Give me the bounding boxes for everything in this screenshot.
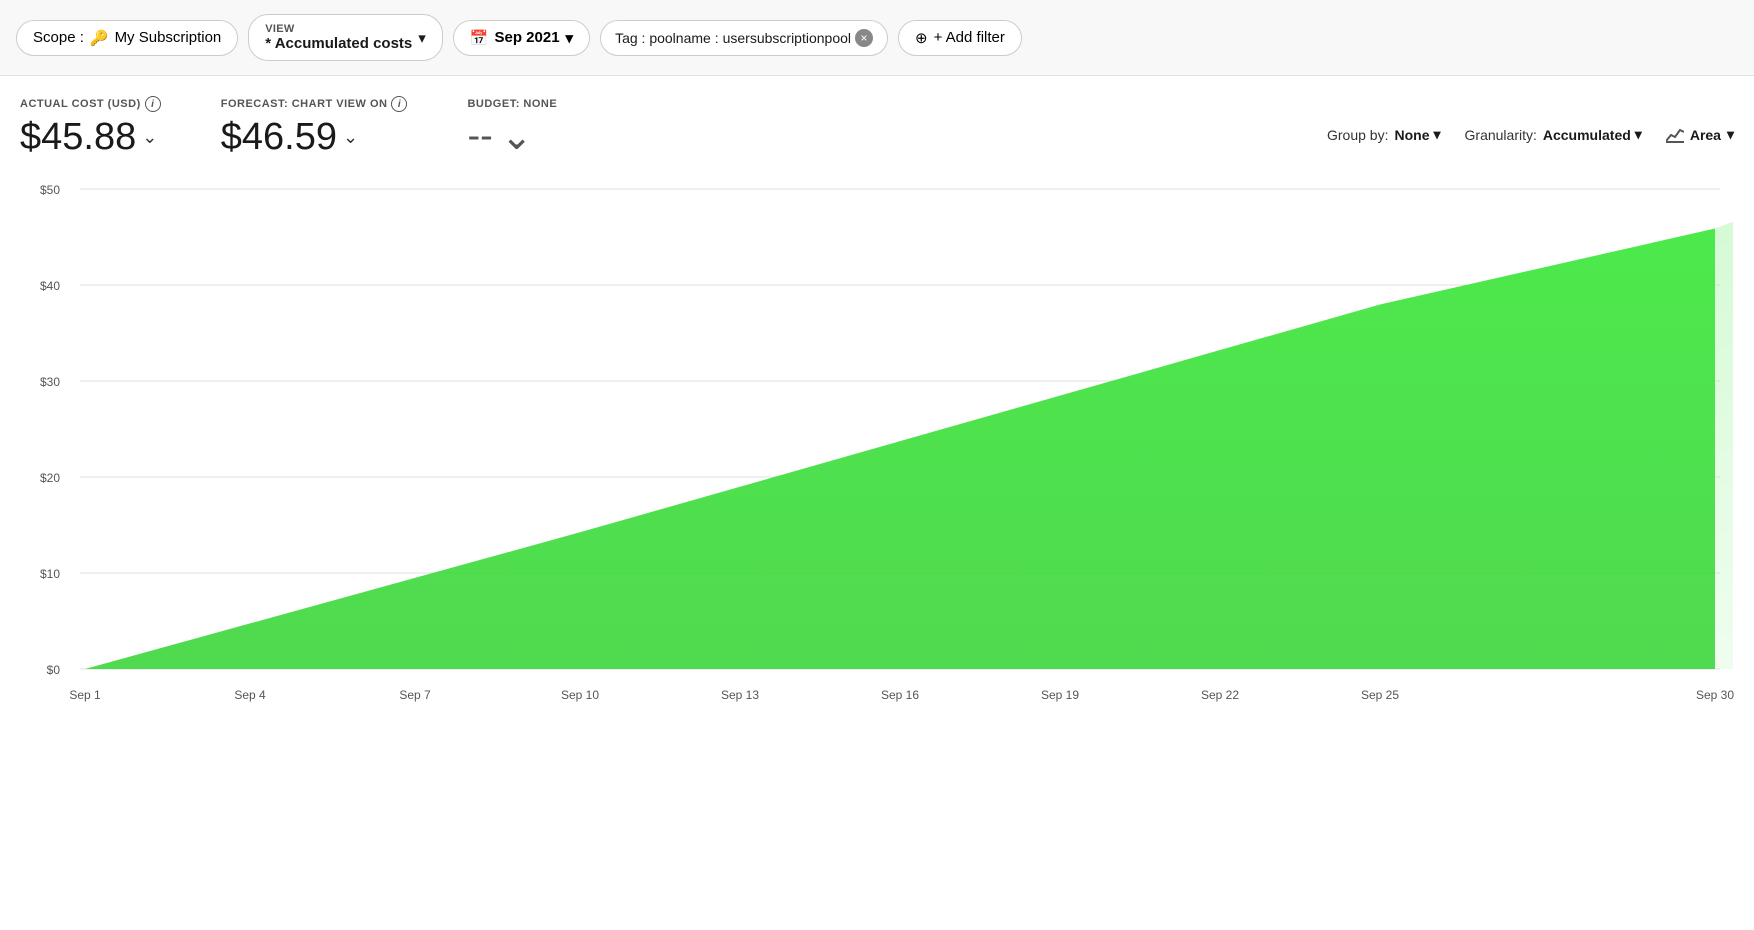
granularity-label: Granularity:: [1465, 127, 1537, 143]
group-by-selector[interactable]: None ▾: [1394, 126, 1440, 143]
y-label-50: $50: [40, 183, 60, 197]
x-label-sep13: Sep 13: [721, 688, 759, 702]
x-label-sep19: Sep 19: [1041, 688, 1079, 702]
budget-caret-icon[interactable]: ⌄: [501, 114, 533, 159]
y-label-40: $40: [40, 279, 60, 293]
date-value-label: Sep 2021: [495, 29, 560, 46]
view-selector[interactable]: VIEW * Accumulated costs ▾: [248, 14, 443, 61]
y-label-30: $30: [40, 375, 60, 389]
budget-block: BUDGET: NONE -- ⌄: [467, 98, 557, 159]
actual-cost-value: $45.88: [20, 116, 136, 159]
granularity-value-label: Accumulated: [1543, 127, 1631, 143]
forecast-value: $46.59: [221, 116, 337, 159]
calendar-icon: 📅: [470, 29, 489, 47]
forecast-area: [1715, 222, 1733, 669]
actual-cost-info-icon[interactable]: i: [145, 96, 161, 112]
date-chevron-icon: ▾: [566, 29, 574, 47]
cost-chart: $50 $40 $30 $20 $10 $0 Sep 1 Sep 4 Sep 7…: [20, 169, 1734, 759]
group-by-control: Group by: None ▾: [1327, 126, 1441, 143]
x-label-sep16: Sep 16: [881, 688, 919, 702]
date-picker-button[interactable]: 📅 Sep 2021 ▾: [453, 20, 590, 56]
tag-value-label: usersubscriptionpool: [723, 30, 851, 46]
x-label-sep10: Sep 10: [561, 688, 599, 702]
forecast-info-icon[interactable]: i: [391, 96, 407, 112]
granularity-control: Granularity: Accumulated ▾: [1465, 126, 1642, 143]
view-value-label: * Accumulated costs: [265, 35, 412, 52]
tag-label: Tag : poolname :: [615, 30, 719, 46]
forecast-caret-icon[interactable]: ⌄: [343, 127, 358, 148]
toolbar: Scope : 🔑 My Subscription VIEW * Accumul…: [0, 0, 1754, 76]
actual-cost-label: ACTUAL COST (USD): [20, 98, 141, 110]
y-label-10: $10: [40, 567, 60, 581]
x-label-sep1: Sep 1: [69, 688, 101, 702]
scope-value-label: My Subscription: [115, 29, 222, 46]
budget-label: BUDGET: NONE: [467, 98, 557, 110]
x-label-sep7: Sep 7: [399, 688, 431, 702]
granularity-selector[interactable]: Accumulated ▾: [1543, 126, 1642, 143]
x-label-sep25: Sep 25: [1361, 688, 1399, 702]
y-label-0: $0: [47, 663, 61, 677]
group-by-chevron-icon: ▾: [1433, 126, 1440, 143]
view-label: VIEW: [265, 23, 412, 35]
actual-cost-caret-icon[interactable]: ⌄: [142, 127, 157, 148]
chart-type-selector[interactable]: Area ▾: [1666, 126, 1734, 143]
x-label-sep4: Sep 4: [234, 688, 266, 702]
x-label-sep30: Sep 30: [1696, 688, 1734, 702]
add-filter-button[interactable]: ⊕ + Add filter: [898, 20, 1022, 56]
forecast-label: FORECAST: CHART VIEW ON: [221, 98, 388, 110]
group-by-value-label: None: [1394, 127, 1429, 143]
y-label-20: $20: [40, 471, 60, 485]
add-filter-label: + Add filter: [934, 29, 1005, 46]
cost-area: [85, 229, 1715, 669]
forecast-block: FORECAST: CHART VIEW ON i $46.59 ⌄: [221, 96, 408, 159]
view-chevron-icon: ▾: [418, 29, 426, 47]
chart-type-chevron-icon: ▾: [1727, 126, 1734, 143]
tag-filter: Tag : poolname : usersubscriptionpool ×: [600, 20, 888, 56]
group-by-label: Group by:: [1327, 127, 1388, 143]
budget-value: --: [467, 115, 492, 158]
actual-cost-block: ACTUAL COST (USD) i $45.88 ⌄: [20, 96, 161, 159]
scope-prefix-label: Scope :: [33, 29, 84, 46]
scope-icon: 🔑: [90, 29, 109, 47]
x-label-sep22: Sep 22: [1201, 688, 1239, 702]
tag-remove-button[interactable]: ×: [855, 29, 873, 47]
scope-button[interactable]: Scope : 🔑 My Subscription: [16, 20, 238, 56]
granularity-chevron-icon: ▾: [1635, 126, 1642, 143]
chart-type-icon: [1666, 126, 1684, 143]
chart-type-value-label: Area: [1690, 127, 1721, 143]
add-filter-icon: ⊕: [915, 29, 928, 47]
